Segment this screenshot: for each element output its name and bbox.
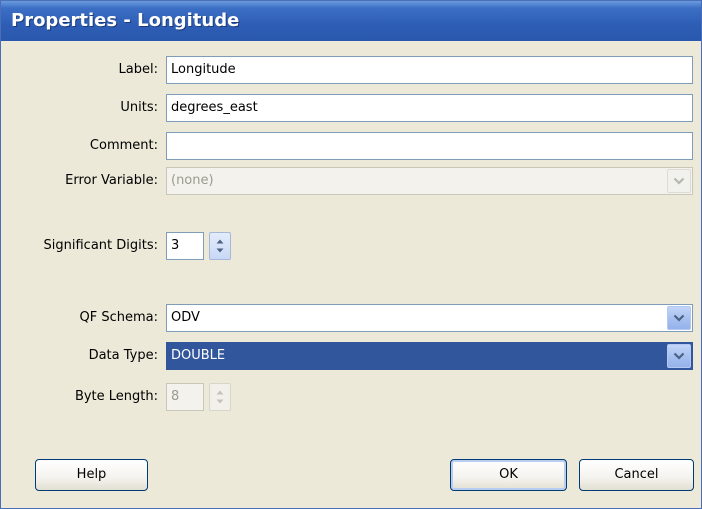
properties-dialog: Properties - Longitude Label: Longitude …: [0, 0, 702, 509]
chevron-down-icon[interactable]: [667, 344, 691, 368]
help-button[interactable]: Help: [35, 459, 148, 491]
chevron-down-icon: [667, 169, 691, 193]
significant-digits-field-label: Significant Digits:: [43, 238, 158, 253]
units-field-label: Units:: [120, 100, 158, 115]
ok-button[interactable]: OK: [450, 459, 567, 491]
data-type-value: DOUBLE: [171, 348, 226, 363]
spinner-arrows-icon: [216, 239, 224, 253]
significant-digits-input[interactable]: 3: [166, 232, 204, 260]
error-variable-select: (none): [166, 167, 693, 195]
error-variable-field-label: Error Variable:: [65, 173, 158, 188]
qf-schema-select[interactable]: ODV: [166, 304, 693, 332]
label-input[interactable]: Longitude: [166, 56, 693, 84]
byte-length-input: 8: [166, 383, 204, 411]
qf-schema-field-label: QF Schema:: [79, 310, 159, 325]
qf-schema-value: ODV: [171, 310, 200, 325]
spinner-arrows-icon: [216, 390, 224, 404]
byte-length-field-label: Byte Length:: [74, 389, 158, 404]
comment-input[interactable]: [166, 132, 693, 160]
byte-length-spinner: [209, 383, 231, 411]
data-type-field-label: Data Type:: [88, 348, 158, 363]
comment-field-label: Comment:: [89, 138, 158, 153]
significant-digits-spinner[interactable]: [209, 232, 231, 260]
label-field-label: Label:: [118, 62, 158, 77]
window-title: Properties - Longitude: [1, 1, 701, 41]
chevron-down-icon[interactable]: [667, 306, 691, 330]
cancel-button[interactable]: Cancel: [579, 459, 694, 491]
data-type-select[interactable]: DOUBLE: [166, 342, 693, 370]
error-variable-value: (none): [171, 173, 214, 188]
units-input[interactable]: degrees_east: [166, 94, 693, 122]
